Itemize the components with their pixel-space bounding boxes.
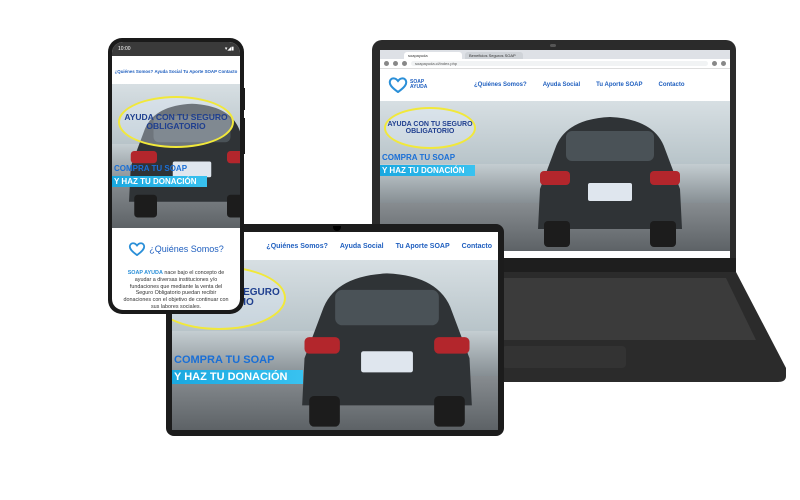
about-brand: SOAP AYUDA <box>127 270 163 276</box>
address-bar[interactable]: soapayuda.cl/index.php <box>411 61 708 66</box>
hero-cta-donate[interactable]: Y HAZ TU DONACIÓN <box>112 176 207 187</box>
phone-volume-button <box>242 118 245 154</box>
browser-tab[interactable]: Beneficios Seguros SOAP <box>465 52 523 59</box>
forward-icon[interactable] <box>393 61 398 66</box>
section-title: ¿Quiénes Somos? <box>149 244 224 254</box>
nav-ayuda-social[interactable]: Ayuda Social <box>543 82 580 88</box>
hero-slogan: AYUDA CON TU SEGURO OBLIGATORIO <box>118 96 234 148</box>
menu-icon[interactable] <box>721 61 726 66</box>
hero-cta-donate[interactable]: Y HAZ TU DONACIÓN <box>380 165 475 176</box>
phone-site-header: ¿Quiénes Somos? Ayuda Social Tu Aporte S… <box>112 62 240 80</box>
status-time: 10:00 <box>118 46 131 52</box>
hero-slogan: AYUDA CON TU SEGURO OBLIGATORIO <box>384 107 476 149</box>
logo[interactable]: SOAP AYUDA <box>388 77 428 93</box>
heart-logo-icon <box>388 77 408 93</box>
nav-quienes-somos[interactable]: ¿Quiénes Somos? <box>115 69 154 74</box>
phone-power-button <box>242 88 245 110</box>
about-section: ¿Quiénes Somos? SOAP AYUDA nace bajo el … <box>112 228 240 310</box>
phone-status-bar: 10:00 ▾◢▮ <box>112 42 240 56</box>
browser-toolbar: soapayuda.cl/index.php <box>380 59 730 69</box>
phone-screen: 10:00 ▾◢▮ ¿Quiénes Somos? Ayuda Social T… <box>112 42 240 310</box>
nav-quienes-somos[interactable]: ¿Quiénes Somos? <box>474 82 527 88</box>
phone-hero-banner: AYUDA CON TU SEGURO OBLIGATORIO COMPRA T… <box>112 84 240 228</box>
nav-ayuda-social[interactable]: Ayuda Social <box>340 243 384 250</box>
nav-tu-aporte[interactable]: Tu Aporte SOAP <box>596 82 642 88</box>
nav-tu-aporte[interactable]: Tu Aporte SOAP <box>183 69 217 74</box>
nav-contacto[interactable]: Contacto <box>462 243 492 250</box>
nav-quienes-somos[interactable]: ¿Quiénes Somos? <box>266 243 327 250</box>
car-image <box>302 273 472 427</box>
nav-tu-aporte[interactable]: Tu Aporte SOAP <box>396 243 450 250</box>
back-icon[interactable] <box>384 61 389 66</box>
hero-cta-buy[interactable]: COMPRA TU SOAP <box>114 164 187 173</box>
browser-tab-active[interactable]: soapayuda <box>404 52 462 59</box>
logo-text: SOAP AYUDA <box>410 79 428 90</box>
hero-cta-buy[interactable]: COMPRA TU SOAP <box>174 354 274 366</box>
reload-icon[interactable] <box>402 61 407 66</box>
hero-cta-buy[interactable]: COMPRA TU SOAP <box>382 153 455 162</box>
car-image <box>538 117 682 247</box>
about-text: nace bajo el concepto de ayudar a divers… <box>123 270 229 310</box>
extension-icon[interactable] <box>712 61 717 66</box>
nav-ayuda-social[interactable]: Ayuda Social <box>154 69 181 74</box>
status-icons: ▾◢▮ <box>224 46 234 52</box>
browser-tab-strip: soapayuda Beneficios Seguros SOAP <box>380 50 730 59</box>
laptop-camera <box>550 44 556 47</box>
nav-contacto[interactable]: Contacto <box>659 82 685 88</box>
heart-logo-icon <box>129 242 146 256</box>
about-paragraph: SOAP AYUDA nace bajo el concepto de ayud… <box>112 270 240 310</box>
nav-contacto[interactable]: Contacto <box>218 69 237 74</box>
site-header: SOAP AYUDA ¿Quiénes Somos? Ayuda Social … <box>380 69 730 101</box>
hero-cta-donate[interactable]: Y HAZ TU DONACIÓN <box>172 370 304 384</box>
